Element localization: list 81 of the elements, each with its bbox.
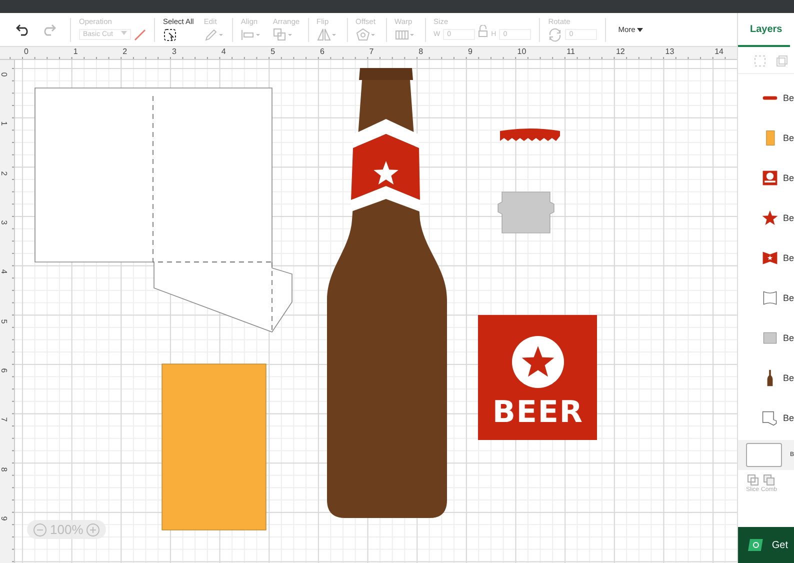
ruler-number: 7 <box>0 418 9 422</box>
ruler-number: 12 <box>616 47 625 56</box>
offset-icon[interactable] <box>356 28 378 42</box>
warp-icon[interactable] <box>394 28 417 42</box>
layer-name: Be <box>782 253 794 263</box>
group-icon[interactable] <box>754 55 766 67</box>
canvas-swatch <box>746 443 782 467</box>
rotate-icon <box>548 28 562 42</box>
star-layer-icon <box>762 210 778 226</box>
layer-item[interactable]: Be <box>738 318 794 358</box>
flip-icon[interactable] <box>316 28 339 42</box>
sign-layer-icon <box>762 170 778 186</box>
ruler-number: 14 <box>714 47 724 56</box>
ruler-number: 0 <box>24 47 28 56</box>
caret-icon <box>637 28 644 32</box>
ruler-number: 8 <box>418 47 424 56</box>
combine-icon <box>763 474 776 486</box>
ruler-number: 9 <box>0 516 9 521</box>
layer-item[interactable]: Be <box>738 158 794 198</box>
layer-item[interactable]: Be <box>738 238 794 278</box>
beer-text: BEER <box>492 395 584 430</box>
tab-shape-layer-icon <box>763 332 777 344</box>
bottle-layer-icon <box>767 370 773 386</box>
zoom-out-icon[interactable] <box>33 522 47 536</box>
layer-item[interactable]: Be <box>738 278 794 318</box>
layer-name: Be <box>782 173 794 183</box>
ruler-number: 5 <box>0 318 9 324</box>
slice-icon <box>746 474 758 486</box>
rectangle-layer-icon <box>766 130 775 146</box>
get-button[interactable]: Get <box>738 527 794 563</box>
ruler-number: 11 <box>566 47 575 56</box>
select-all-icon[interactable] <box>163 28 177 42</box>
layer-item[interactable]: Be <box>738 398 794 438</box>
zoom-in-icon[interactable] <box>86 522 100 536</box>
pocket-layer-icon <box>762 411 777 426</box>
outline-layer-icon <box>763 291 777 305</box>
ruler-number: 2 <box>0 170 9 176</box>
layer-name: Be <box>782 333 794 343</box>
caret-icon <box>121 31 127 35</box>
bottle-cap-shape[interactable] <box>500 128 560 141</box>
layer-item[interactable]: Be <box>738 78 794 118</box>
ruler-number: 6 <box>320 47 324 56</box>
layer-item[interactable]: Be <box>738 358 794 398</box>
layer-name: Be <box>782 293 794 303</box>
ruler-number: 1 <box>73 47 78 56</box>
duplicate-icon[interactable] <box>776 55 788 67</box>
layer-item[interactable]: Be <box>738 198 794 238</box>
ruler-number: 2 <box>122 47 128 56</box>
tab-shape[interactable] <box>498 192 554 234</box>
layer-name: Be <box>782 133 794 143</box>
layer-item[interactable]: Be <box>738 118 794 158</box>
ruler-number: 3 <box>0 220 9 225</box>
layer-name: Be <box>782 93 794 103</box>
ruler-number: 3 <box>172 47 176 56</box>
layers-tab[interactable]: Layers <box>738 13 790 47</box>
ruler-number: 10 <box>517 47 526 56</box>
rectangle-shape[interactable] <box>162 364 266 530</box>
pen-slash-icon <box>134 28 146 40</box>
pencil-icon[interactable] <box>204 28 224 42</box>
lock-icon[interactable] <box>478 24 488 36</box>
ruler-number: 1 <box>0 122 9 126</box>
ruler-number: 8 <box>0 466 9 472</box>
ruler-number: 7 <box>369 47 374 56</box>
label-band-layer-icon <box>762 252 778 264</box>
tag-icon <box>748 538 764 552</box>
pocket-template-drawing[interactable] <box>34 88 292 332</box>
ruler-number: 5 <box>270 47 276 56</box>
ruler-number: 4 <box>221 47 226 56</box>
bottle-drawing[interactable] <box>327 68 447 518</box>
layer-name: Be <box>782 413 794 423</box>
align-icon[interactable] <box>240 28 263 42</box>
ruler-number: 6 <box>0 368 9 373</box>
ruler-number: 0 <box>0 72 9 77</box>
arrange-icon[interactable] <box>272 28 295 42</box>
beer-sign-drawing[interactable] <box>478 315 597 440</box>
layer-name: Be <box>782 373 794 383</box>
layer-name: Be <box>782 213 794 223</box>
ruler-number: 4 <box>0 270 9 274</box>
ruler-number: 13 <box>665 47 674 56</box>
ruler-number: 9 <box>468 47 472 56</box>
bottle-cap-layer-icon <box>762 96 778 100</box>
